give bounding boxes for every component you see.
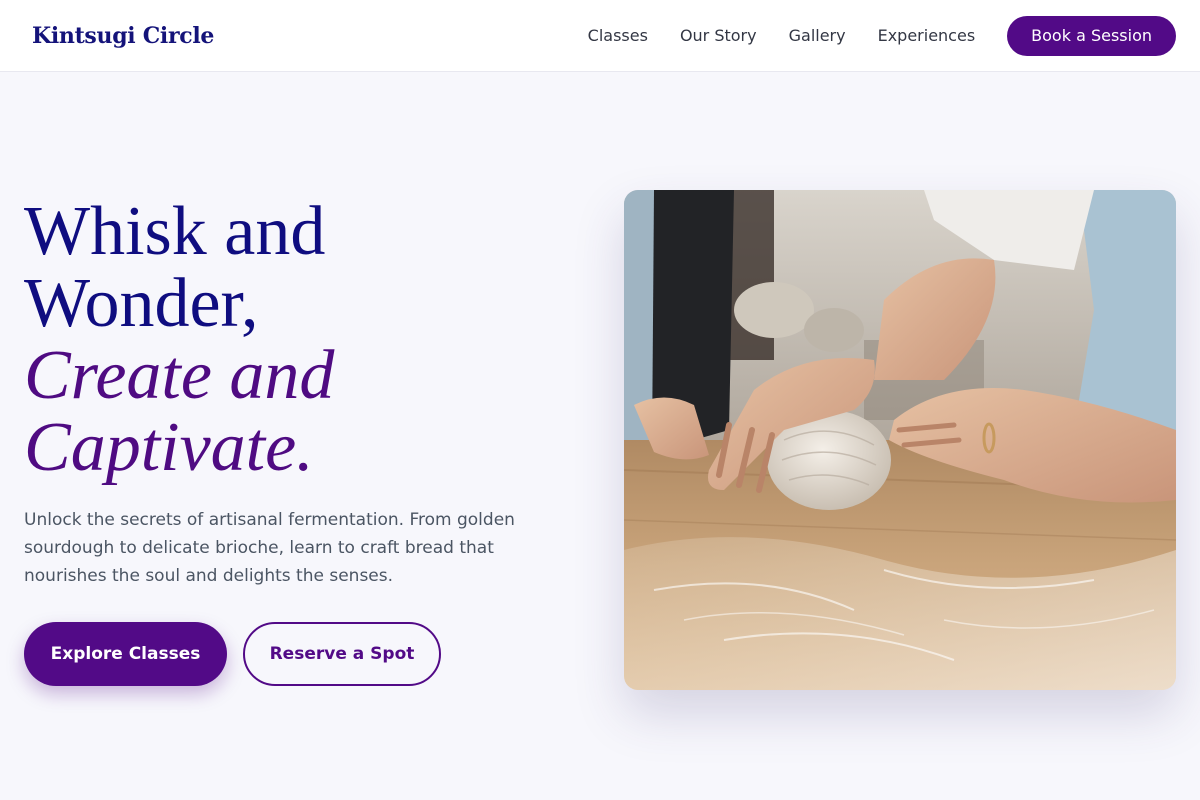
site-header: Kintsugi Circle Classes Our Story Galler… (0, 0, 1200, 72)
explore-classes-button[interactable]: Explore Classes (24, 622, 227, 686)
hero-title-line-2: Wonder, (24, 265, 259, 342)
nav-link-experiences[interactable]: Experiences (878, 26, 976, 45)
nav-link-classes[interactable]: Classes (588, 26, 648, 45)
hero-title-line-1: Whisk and (24, 193, 326, 270)
nav-link-gallery[interactable]: Gallery (789, 26, 846, 45)
book-session-button[interactable]: Book a Session (1007, 15, 1176, 56)
hero-title-accent-line-1: Create and (24, 337, 335, 414)
hero-photo-dough-kneading (624, 190, 1176, 690)
main-nav: Classes Our Story Gallery Experiences Bo… (588, 15, 1176, 56)
hero-description: Unlock the secrets of artisanal fermenta… (24, 510, 515, 586)
brand-logo[interactable]: Kintsugi Circle (32, 23, 214, 49)
hero-title-accent-line-2: Captivate. (24, 409, 314, 486)
reserve-spot-button[interactable]: Reserve a Spot (243, 622, 441, 686)
hero-title: Whisk and Wonder, Create and Captivate. (24, 196, 334, 484)
nav-link-our-story[interactable]: Our Story (680, 26, 757, 45)
